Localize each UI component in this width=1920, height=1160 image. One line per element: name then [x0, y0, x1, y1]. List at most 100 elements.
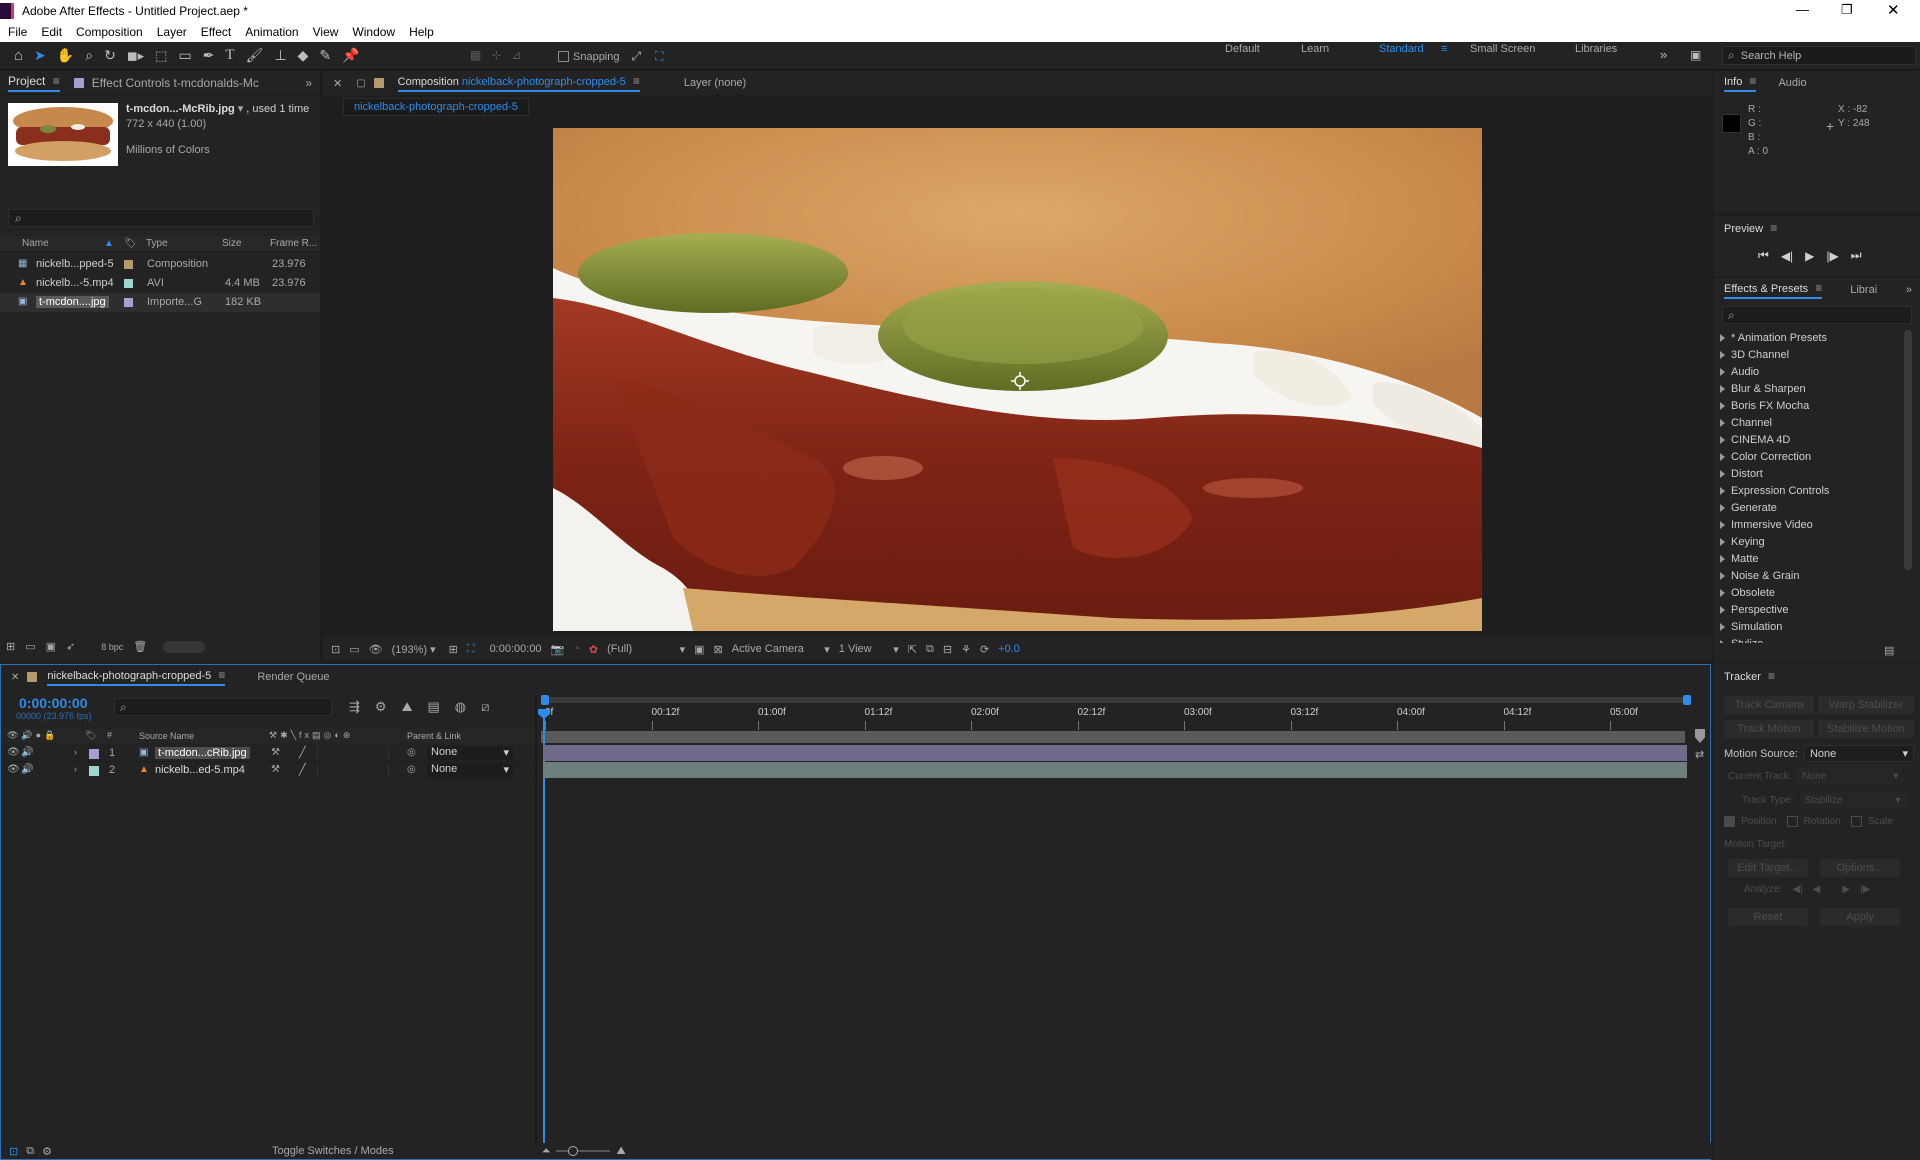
selection-tool-icon[interactable]: ➤	[34, 47, 46, 64]
snap-target-icon[interactable]: ⛶	[655, 49, 663, 64]
camera-tool-icon[interactable]: ◼▸	[127, 48, 144, 64]
zoom-in-icon[interactable]: ⛰	[616, 1145, 625, 1158]
layer-label-swatch[interactable]	[89, 766, 99, 776]
column-type[interactable]: Type	[146, 238, 168, 249]
rotation-checkbox[interactable]	[1786, 816, 1798, 827]
effect-category[interactable]: Generate	[1720, 499, 1902, 516]
timeline-search-input[interactable]: ⌕	[114, 698, 332, 716]
rectangle-tool-icon[interactable]: ▭	[178, 47, 191, 64]
asset-dropdown-icon[interactable]: ▾	[238, 102, 244, 117]
current-time-display[interactable]: 0:00:00:00	[490, 643, 542, 655]
effect-category[interactable]: Immersive Video	[1720, 516, 1902, 533]
menu-edit[interactable]: Edit	[41, 25, 62, 39]
effect-category[interactable]: 3D Channel	[1720, 346, 1902, 363]
motion-source-dropdown[interactable]: None ▾	[1803, 745, 1914, 762]
apply-button[interactable]: Apply	[1820, 908, 1900, 926]
effects-search-input[interactable]: ⌕	[1722, 306, 1912, 324]
brush-tool-icon[interactable]: 🖌	[246, 47, 264, 64]
timeline-current-time[interactable]: 0:00:00:00	[19, 695, 88, 711]
effect-category[interactable]: Noise & Grain	[1720, 567, 1902, 584]
resolution-dropdown[interactable]: (Full) ▾	[607, 643, 685, 656]
new-item-icon[interactable]: ▤	[1884, 644, 1894, 657]
workspace-small-screen[interactable]: Small Screen	[1470, 43, 1535, 55]
menu-effect[interactable]: Effect	[201, 25, 231, 39]
workspace-layout-icon[interactable]: ▣	[1690, 48, 1701, 62]
region-of-interest-icon[interactable]: ⛶	[467, 643, 475, 656]
pick-whip-icon[interactable]: ◎	[407, 764, 416, 775]
show-snapshot-icon[interactable]: ◔	[573, 643, 580, 655]
label-swatch[interactable]	[124, 279, 133, 288]
menu-composition[interactable]: Composition	[76, 25, 143, 39]
magnification-dropdown[interactable]: (193%) ▾	[392, 643, 436, 656]
effect-category[interactable]: Matte	[1720, 550, 1902, 567]
column-source-name[interactable]: Source Name	[139, 731, 194, 741]
quality-switch-icon[interactable]: ╱	[299, 746, 306, 759]
work-area-bar[interactable]	[541, 731, 1685, 743]
eraser-tool-icon[interactable]: ◆	[298, 47, 309, 64]
flowchart-icon[interactable]: ➶	[66, 640, 75, 653]
play-icon[interactable]: ▶	[1805, 249, 1814, 263]
tab-composition[interactable]: Composition nickelback-photograph-croppe…	[397, 74, 640, 92]
next-frame-icon[interactable]: |▶	[1826, 249, 1838, 263]
maximize-button[interactable]: ❐	[1841, 2, 1853, 18]
comp-mini-flowchart-icon[interactable]: ⇶	[349, 699, 360, 715]
work-area-end-icon[interactable]	[1695, 729, 1705, 743]
trash-icon[interactable]: 🗑	[133, 640, 147, 653]
menu-layer[interactable]: Layer	[157, 25, 187, 39]
effect-category[interactable]: Expression Controls	[1720, 482, 1902, 499]
frame-blending-icon[interactable]: ▤	[427, 699, 439, 715]
layer-duration-bar[interactable]	[543, 762, 1687, 778]
first-frame-icon[interactable]: ⏮	[1758, 248, 1769, 263]
menu-window[interactable]: Window	[352, 25, 395, 39]
menu-help[interactable]: Help	[409, 25, 434, 39]
graph-editor-icon[interactable]: ⧄	[481, 699, 489, 715]
options-button[interactable]: Options...	[1820, 859, 1900, 877]
grid-guide-icon[interactable]: ⊞	[449, 643, 458, 656]
timeline-zoom-slider[interactable]	[556, 1146, 611, 1156]
more-workspaces-icon[interactable]: »	[1660, 47, 1667, 62]
tab-info[interactable]: Info ≡	[1724, 74, 1757, 92]
comp-breadcrumb[interactable]: nickelback-photograph-cropped-5	[343, 98, 529, 116]
comp-button-icon[interactable]: ⇄	[1695, 748, 1704, 761]
fast-previews-icon[interactable]: ▣	[694, 643, 704, 656]
effect-category[interactable]: Keying	[1720, 533, 1902, 550]
column-parent-link[interactable]: Parent & Link	[407, 731, 461, 741]
home-icon[interactable]: ⌂	[14, 47, 23, 64]
effect-category[interactable]: * Animation Presets	[1720, 329, 1902, 346]
track-type-dropdown[interactable]: Stabilize ▾	[1799, 792, 1906, 808]
hide-shy-layers-icon[interactable]: ⛰	[402, 699, 413, 715]
tab-project[interactable]: Project ≡	[8, 74, 60, 92]
effect-category[interactable]: Color Correction	[1720, 448, 1902, 465]
parent-dropdown[interactable]: None ▾	[427, 746, 513, 760]
workspace-libraries[interactable]: Libraries	[1575, 43, 1617, 55]
expand-layer-icon[interactable]: ›	[74, 764, 77, 774]
project-scroll-thumb[interactable]	[163, 640, 206, 653]
layer-name[interactable]: nickelb...ed-5.mp4	[155, 764, 245, 776]
audio-icon[interactable]: 🔊	[21, 747, 33, 758]
effects-scrollbar[interactable]	[1904, 330, 1912, 570]
scale-checkbox[interactable]	[1850, 816, 1862, 827]
timeline-layer-row[interactable]: 👁 🔊 › 2 ▲ nickelb...ed-5.mp4 ⚒ ╱ ◎ None ▾	[1, 762, 535, 779]
interpret-footage-icon[interactable]: ⊞	[6, 640, 15, 653]
exposure-value[interactable]: +0.0	[998, 643, 1020, 655]
column-name[interactable]: Name	[22, 238, 49, 249]
edit-target-button[interactable]: Edit Target...	[1728, 859, 1808, 877]
shy-switch-icon[interactable]: ⚒	[271, 764, 280, 775]
view-axis-icon[interactable]: ⊿	[511, 48, 521, 62]
label-swatch[interactable]	[124, 298, 133, 307]
label-column-icon[interactable]: 🏷	[124, 238, 137, 249]
column-size[interactable]: Size	[222, 238, 241, 249]
panel-overflow-icon[interactable]: »	[1906, 284, 1912, 296]
layer-duration-bar[interactable]	[543, 745, 1687, 761]
stabilize-motion-button[interactable]: Stabilize Motion	[1818, 720, 1914, 738]
analyze-forward-all-icon[interactable]: |▶	[1860, 884, 1870, 895]
tab-audio[interactable]: Audio	[1778, 77, 1806, 89]
channel-rgb-icon[interactable]: ✿	[589, 643, 598, 656]
pan-behind-tool-icon[interactable]: ⬚	[155, 48, 167, 64]
switch-cells[interactable]	[317, 747, 389, 759]
effect-category[interactable]: Channel	[1720, 414, 1902, 431]
effect-category[interactable]: Perspective	[1720, 601, 1902, 618]
previous-frame-icon[interactable]: ◀|	[1781, 249, 1793, 263]
render-time-icon[interactable]: ⚙	[42, 1145, 52, 1158]
tab-libraries[interactable]: Librai	[1850, 284, 1877, 296]
